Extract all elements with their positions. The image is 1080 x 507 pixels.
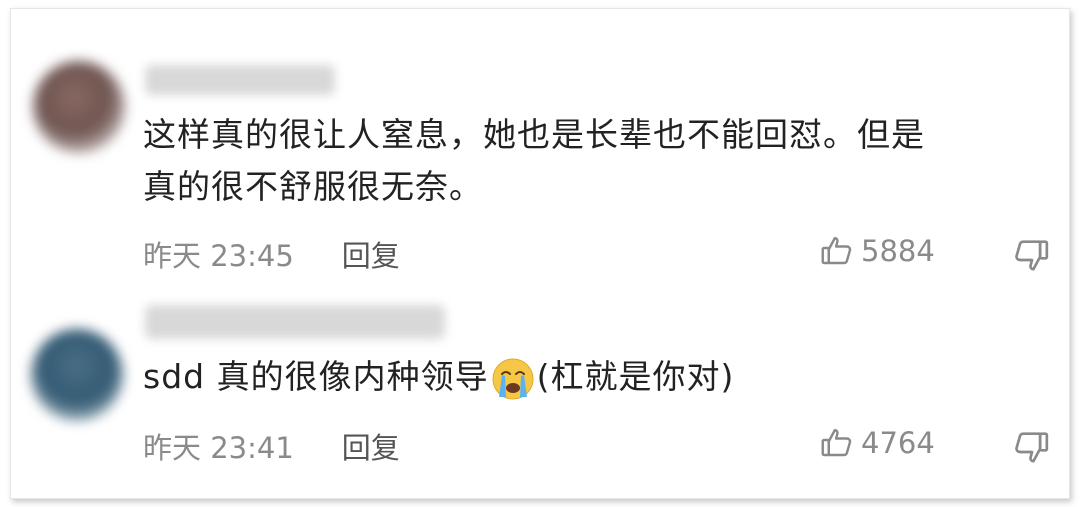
username-blurred[interactable] xyxy=(145,65,335,95)
comment-meta: 昨天 23:41 回复 xyxy=(143,425,400,467)
thumbs-down-icon[interactable] xyxy=(1011,427,1051,467)
comment-time: 昨天 23:45 xyxy=(143,239,294,273)
comment-text: 这样真的很让人窒息，她也是长辈也不能回怼。但是 真的很不舒服很无奈。 xyxy=(143,115,925,206)
like-button[interactable]: 5884 xyxy=(819,233,935,269)
comment-meta: 昨天 23:45 回复 xyxy=(143,233,400,275)
username-blurred[interactable] xyxy=(145,305,445,339)
comment-item: sdd 真的很像内种领导 (杠就是你对) 昨天 23:41 回复 4764 xyxy=(11,295,1069,498)
comment-text-part: (杠就是你对) xyxy=(536,357,735,396)
like-count: 4764 xyxy=(861,426,935,460)
reply-button[interactable]: 回复 xyxy=(342,431,400,465)
thumbs-up-icon xyxy=(821,429,852,457)
like-count: 5884 xyxy=(861,234,935,268)
comment-list: 这样真的很让人窒息，她也是长辈也不能回怼。但是 真的很不舒服很无奈。 昨天 23… xyxy=(10,8,1070,499)
thumbs-down-icon[interactable] xyxy=(1011,235,1051,275)
avatar[interactable] xyxy=(31,329,123,421)
comment-time: 昨天 23:41 xyxy=(143,431,294,465)
comment-text-part: sdd 真的很像内种领导 xyxy=(143,357,489,396)
thumbs-up-icon xyxy=(821,237,852,265)
crying-face-emoji-icon xyxy=(492,358,534,399)
comment-item: 这样真的很让人窒息，她也是长辈也不能回怼。但是 真的很不舒服很无奈。 昨天 23… xyxy=(11,9,1069,295)
like-button[interactable]: 4764 xyxy=(819,425,935,461)
avatar[interactable] xyxy=(33,61,125,153)
comment-text: sdd 真的很像内种领导 (杠就是你对) xyxy=(143,351,1043,403)
reply-button[interactable]: 回复 xyxy=(342,239,400,273)
